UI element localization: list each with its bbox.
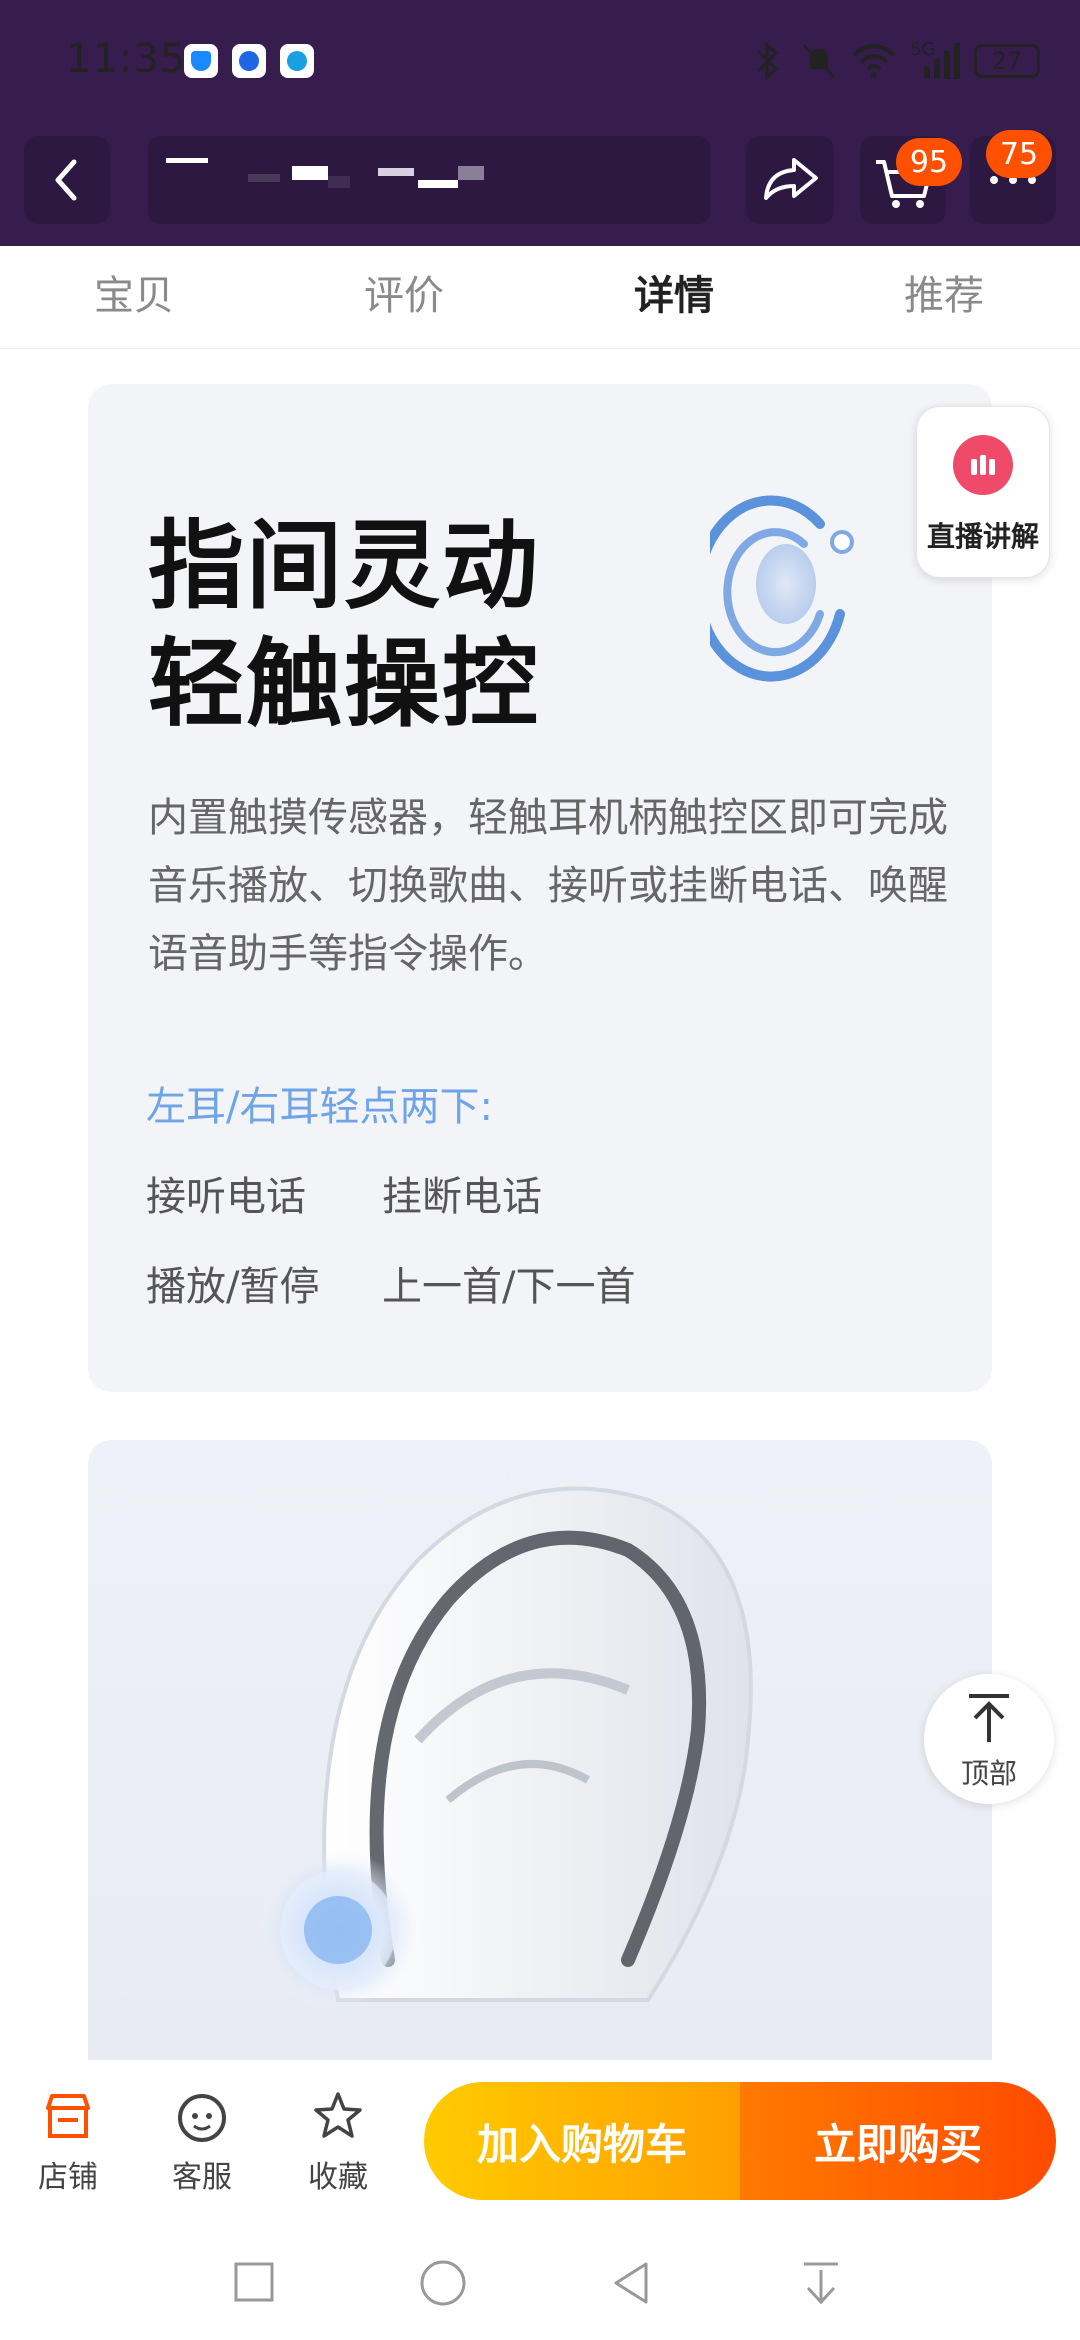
home-icon[interactable] xyxy=(418,2258,468,2308)
recents-icon[interactable] xyxy=(232,2260,276,2304)
status-time: 11:35 xyxy=(66,36,187,82)
headline-line1: 指间灵动 xyxy=(148,510,540,622)
live-label: 直播讲解 xyxy=(926,520,1039,553)
chat-face-icon xyxy=(178,2094,226,2142)
arrow-up-icon xyxy=(969,1694,1009,1742)
detail-tabs: 宝贝 评价 详情 推荐 xyxy=(0,246,1080,349)
tab-recommend[interactable]: 推荐 xyxy=(844,246,1044,348)
buy-now-button[interactable]: 立即购买 xyxy=(740,2082,1056,2200)
status-indicators: 5G 27 xyxy=(750,38,1040,84)
feature-description: 内置触摸传感器，轻触耳机柄触控区即可完成音乐播放、切换歌曲、接听或挂断电话、唤醒… xyxy=(148,795,948,977)
tab-reviews[interactable]: 评价 xyxy=(304,246,504,348)
globe-app-icon xyxy=(280,44,314,78)
live-stream-icon xyxy=(953,435,1013,495)
ear-illustration xyxy=(258,1486,753,2010)
touch-sensor-icon xyxy=(710,495,854,682)
star-icon xyxy=(314,2092,362,2138)
customer-service-button[interactable]: 客服 xyxy=(152,2088,252,2196)
share-icon xyxy=(764,158,818,200)
command-hang-up: 挂断电话 xyxy=(382,1174,542,1220)
mute-icon xyxy=(802,43,836,79)
cart-count-badge: 95 xyxy=(896,138,962,186)
search-bar[interactable] xyxy=(148,136,710,224)
headline-line2: 轻触操控 xyxy=(148,628,540,740)
feature-card: 指间灵动 轻触操控 内置触摸传感器，轻触耳机柄触控区即可完成音乐播放、切换歌曲、… xyxy=(88,384,992,1392)
blurred-text xyxy=(166,158,208,163)
gesture-hint: 左耳/右耳轻点两下: xyxy=(146,1084,493,1130)
system-navigation-bar xyxy=(0,2210,1080,2340)
service-label: 客服 xyxy=(172,2160,232,2195)
command-prev-next: 上一首/下一首 xyxy=(382,1264,636,1310)
add-to-cart-button[interactable]: 加入购物车 xyxy=(424,2082,740,2200)
shop-label: 店铺 xyxy=(38,2160,98,2195)
wifi-icon xyxy=(852,44,896,78)
ear-product-image xyxy=(88,1440,992,2060)
tab-details[interactable]: 详情 xyxy=(574,246,774,348)
back-nav-icon[interactable] xyxy=(608,2260,654,2306)
signal-icon: 5G xyxy=(910,39,960,81)
favorite-label: 收藏 xyxy=(308,2160,368,2195)
chevron-left-icon xyxy=(55,159,77,201)
back-button[interactable] xyxy=(24,136,110,224)
top-header: 11:35 5G 27 95 75 xyxy=(0,0,1080,246)
browser-app-icon xyxy=(232,44,266,78)
back-to-top-button[interactable]: 顶部 xyxy=(924,1674,1054,1804)
shop-button[interactable]: 店铺 xyxy=(18,2088,118,2196)
live-explain-button[interactable]: 直播讲解 xyxy=(916,406,1050,578)
shop-icon xyxy=(46,2094,90,2138)
bluetooth-icon xyxy=(756,41,779,81)
favorite-button[interactable]: 收藏 xyxy=(288,2088,388,2196)
more-count-badge: 75 xyxy=(986,130,1052,178)
share-button[interactable] xyxy=(746,136,834,224)
download-arrow-icon[interactable] xyxy=(798,2258,844,2308)
battery-indicator: 27 xyxy=(974,44,1040,78)
command-answer-call: 接听电话 xyxy=(146,1174,306,1220)
network-type: 5G xyxy=(910,39,936,60)
shield-app-icon xyxy=(184,44,218,78)
tab-item[interactable]: 宝贝 xyxy=(34,246,234,348)
back-to-top-label: 顶部 xyxy=(960,1757,1017,1790)
command-play-pause: 播放/暂停 xyxy=(146,1264,320,1310)
battery-level: 27 xyxy=(991,47,1023,75)
